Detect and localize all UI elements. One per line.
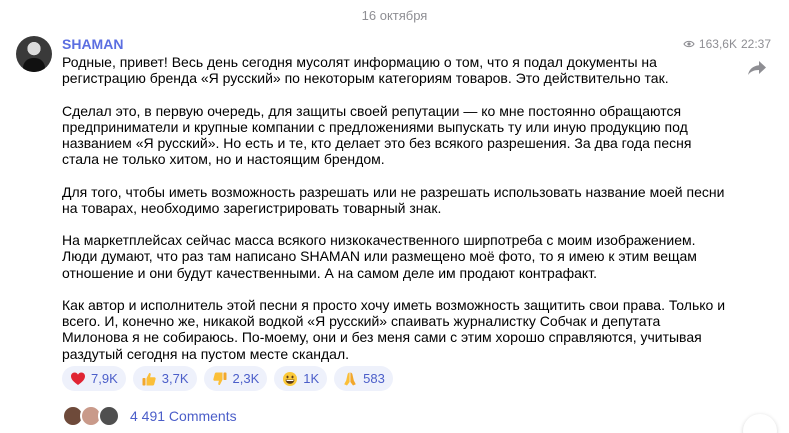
heart-icon	[71, 372, 85, 385]
date-separator: 16 октября	[361, 8, 428, 23]
avatar	[98, 405, 120, 427]
message-paragraph: Для того, чтобы иметь возможность разреш…	[62, 183, 725, 216]
share-icon[interactable]	[747, 60, 767, 76]
message-text: Родные, привет! Весь день сегодня мусоля…	[62, 54, 727, 378]
comments-label: 4 491 Comments	[130, 408, 237, 424]
thumbs-up-icon	[142, 372, 156, 385]
message-paragraph: На маркетплейсах сейчас масса всякого ни…	[62, 232, 697, 281]
reaction-count: 1K	[303, 371, 320, 386]
message-paragraph: Как автор и исполнитель этой песни я про…	[62, 296, 726, 362]
grinning-face-icon	[283, 371, 298, 386]
reaction-count: 7,9K	[91, 371, 118, 386]
sender-name[interactable]: SHAMAN	[62, 36, 123, 52]
reaction-count: 2,3K	[232, 371, 260, 386]
reaction-thumbs-down[interactable]: 2,3K	[203, 366, 268, 391]
channel-avatar[interactable]	[16, 36, 52, 72]
message-meta: 163,6K 22:37	[683, 37, 771, 51]
message-paragraph: Родные, привет! Весь день сегодня мусоля…	[62, 54, 669, 87]
reactions-bar: 7,9K 3,7K 2,3K 1K 583	[62, 366, 393, 391]
reaction-grinning-face[interactable]: 1K	[274, 366, 328, 391]
eye-icon	[683, 40, 695, 48]
commenter-avatars	[62, 405, 122, 427]
reaction-heart[interactable]: 7,9K	[62, 366, 126, 391]
comments-link[interactable]: 4 491 Comments	[62, 405, 237, 427]
reaction-count: 583	[363, 371, 385, 386]
message-time: 22:37	[740, 37, 771, 51]
praying-hands-icon	[344, 372, 356, 385]
reaction-thumbs-up[interactable]: 3,7K	[132, 366, 197, 391]
thumbs-down-icon	[212, 372, 226, 385]
reaction-praying-hands[interactable]: 583	[334, 366, 393, 391]
scroll-down-button[interactable]	[743, 414, 777, 433]
message-paragraph: Сделал это, в первую очередь, для защиты…	[62, 102, 692, 168]
reaction-count: 3,7K	[161, 371, 189, 386]
view-count: 163,6K	[698, 37, 737, 51]
